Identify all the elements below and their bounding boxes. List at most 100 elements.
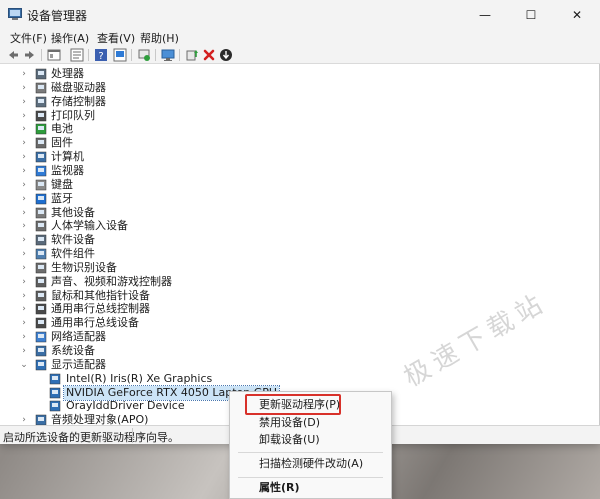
tree-category-label: 网络适配器 (51, 330, 106, 344)
help-icon[interactable]: ? (94, 48, 108, 62)
uninstall-icon[interactable] (202, 48, 216, 62)
tree-category-row[interactable]: › 声音、视频和游戏控制器 (1, 275, 591, 289)
tree-category-label: 其他设备 (51, 205, 95, 219)
collapsed-arrow-icon[interactable]: › (19, 344, 29, 358)
enable-device-icon[interactable] (185, 48, 199, 62)
tree-category-row[interactable]: › 打印队列 (1, 109, 591, 123)
show-hidden-icon[interactable] (70, 48, 84, 62)
status-text: 启动所选设备的更新驱动程序向导。 (3, 431, 179, 444)
collapsed-arrow-icon[interactable]: › (19, 67, 29, 81)
menu-file[interactable]: 文件(F) (8, 30, 49, 46)
collapsed-arrow-icon[interactable]: › (19, 413, 29, 425)
tree-category-label: 软件设备 (51, 233, 95, 247)
tree-category-label: 存储控制器 (51, 94, 106, 108)
collapsed-arrow-icon[interactable]: › (19, 302, 29, 316)
collapsed-arrow-icon[interactable]: › (19, 289, 29, 303)
menu-uninstall-device[interactable]: 卸载设备(U) (230, 431, 391, 449)
update-driver-icon[interactable] (137, 48, 151, 62)
collapsed-arrow-icon[interactable]: › (19, 261, 29, 275)
collapsed-arrow-icon[interactable]: › (19, 316, 29, 330)
tree-category-label: 通用串行总线设备 (51, 316, 139, 330)
tree-category-row[interactable]: › 蓝牙 (1, 192, 591, 206)
tree-category-row[interactable]: › 软件组件 (1, 247, 591, 261)
status-separator (132, 428, 133, 443)
collapsed-arrow-icon[interactable]: › (19, 192, 29, 206)
maximize-icon: ☐ (525, 7, 537, 22)
computer-icon (35, 151, 47, 163)
menu-update-driver[interactable]: 更新驱动程序(P) (230, 396, 391, 414)
tree-category-label: 蓝牙 (51, 191, 73, 205)
collapsed-arrow-icon[interactable]: › (19, 95, 29, 109)
tree-category-row[interactable]: › 计算机 (1, 150, 591, 164)
maximize-button[interactable]: ☐ (508, 0, 554, 29)
software-component-icon (35, 248, 47, 260)
tree-category-row[interactable]: › 其他设备 (1, 206, 591, 220)
collapsed-arrow-icon[interactable]: › (19, 233, 29, 247)
collapsed-arrow-icon[interactable]: › (19, 164, 29, 178)
menu-help[interactable]: 帮助(H) (138, 30, 181, 46)
tree-device-label: Intel(R) Iris(R) Xe Graphics (66, 371, 213, 385)
tree-category-row[interactable]: › 固件 (1, 136, 591, 150)
scan-hardware-icon[interactable] (113, 48, 127, 62)
sound-icon (35, 276, 47, 287)
collapsed-arrow-icon[interactable]: › (19, 109, 29, 123)
menu-disable-device[interactable]: 禁用设备(D) (230, 414, 391, 432)
window-title: 设备管理器 (27, 9, 88, 23)
collapsed-arrow-icon[interactable]: › (19, 178, 29, 192)
monitor-icon[interactable] (161, 48, 175, 62)
toolbar-separator (88, 49, 89, 61)
tree-category-label: 鼠标和其他指针设备 (51, 288, 150, 302)
tree-category-row[interactable]: › 系统设备 (1, 344, 591, 358)
title-bar: 设备管理器 — ☐ ✕ (0, 0, 600, 29)
tree-category-row[interactable]: › 软件设备 (1, 233, 591, 247)
collapsed-arrow-icon[interactable]: › (19, 330, 29, 344)
collapsed-arrow-icon[interactable]: › (19, 206, 29, 220)
menu-view[interactable]: 查看(V) (95, 30, 137, 46)
usb-device-icon (35, 318, 47, 329)
expanded-arrow-icon[interactable]: ⌄ (19, 358, 29, 372)
collapsed-arrow-icon[interactable]: › (19, 150, 29, 164)
collapsed-arrow-icon[interactable]: › (19, 81, 29, 95)
forward-icon[interactable] (23, 48, 37, 62)
tree-category-label: 显示适配器 (51, 357, 106, 371)
menu-scan-hardware-changes[interactable]: 扫描检测硬件改动(A) (230, 455, 391, 473)
tree-category-label: 监视器 (51, 163, 84, 177)
printer-icon (35, 110, 47, 121)
device-manager-app-icon (8, 8, 22, 20)
device-tree[interactable]: › 处理器 › 磁盘驱动器 › 存储控制器 › 打印队列 › 电池 › 固件 › 计算机 › 监视器 › 键盘 › 蓝… (1, 67, 598, 425)
storage-controller-icon (35, 96, 47, 107)
back-icon[interactable] (6, 48, 20, 62)
close-button[interactable]: ✕ (554, 0, 600, 29)
tree-category-row[interactable]: › 键盘 (1, 178, 591, 192)
tree-category-row[interactable]: › 磁盘驱动器 (1, 81, 591, 95)
properties-window-icon[interactable] (47, 48, 61, 62)
tree-device-row[interactable]: Intel(R) Iris(R) Xe Graphics (1, 372, 591, 386)
tree-category-row[interactable]: › 生物识别设备 (1, 261, 591, 275)
collapsed-arrow-icon[interactable]: › (19, 247, 29, 261)
display-adapter-icon (49, 373, 61, 384)
tree-category-row[interactable]: › 电池 (1, 122, 591, 136)
collapsed-arrow-icon[interactable]: › (19, 122, 29, 136)
bluetooth-icon (35, 193, 47, 204)
tree-category-row[interactable]: › 监视器 (1, 164, 591, 178)
download-driver-icon[interactable] (219, 48, 233, 62)
tree-category-row[interactable]: › 处理器 (1, 67, 591, 81)
tree-category-label: 生物识别设备 (51, 260, 117, 274)
toolbar-separator (131, 49, 132, 61)
collapsed-arrow-icon[interactable]: › (19, 136, 29, 150)
tree-category-label: 固件 (51, 136, 73, 150)
tree-category-row[interactable]: › 人体学输入设备 (1, 219, 591, 233)
minimize-button[interactable]: — (462, 0, 508, 29)
collapsed-arrow-icon[interactable]: › (19, 275, 29, 289)
tree-category-label: 计算机 (51, 150, 84, 164)
collapsed-arrow-icon[interactable]: › (19, 219, 29, 233)
tree-category-row[interactable]: ⌄ 显示适配器 (1, 358, 591, 372)
menu-separator (238, 452, 383, 453)
menu-action[interactable]: 操作(A) (49, 30, 91, 46)
menu-properties[interactable]: 属性(R) (230, 479, 391, 497)
tree-device-label: OrayIddDriver Device (66, 399, 185, 413)
display-adapter-icon (49, 401, 61, 412)
toolbar-separator (41, 49, 42, 61)
toolbar-separator (179, 49, 180, 61)
tree-category-row[interactable]: › 存储控制器 (1, 95, 591, 109)
